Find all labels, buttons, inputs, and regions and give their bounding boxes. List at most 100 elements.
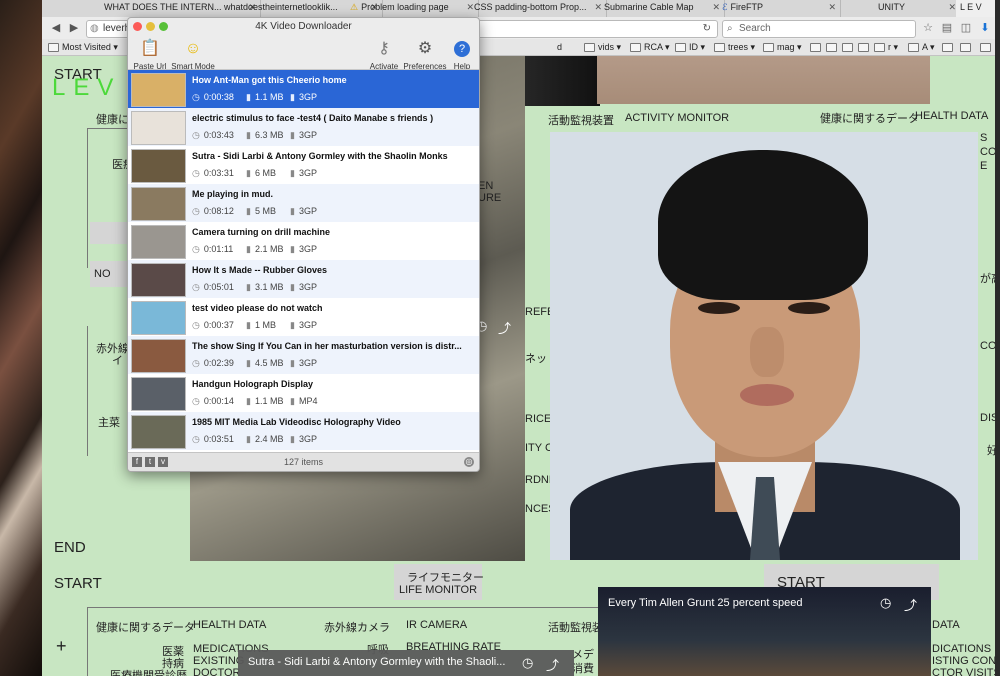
portrait-lips [740, 384, 794, 406]
clock-icon: ◷ [192, 282, 200, 292]
clock-icon: ◷ [192, 244, 200, 254]
bookmark-star-icon[interactable]: ☆ [921, 21, 935, 35]
video-title[interactable]: Every Tim Allen Grunt 25 percent speed [608, 597, 802, 609]
help-button[interactable]: ? Help [450, 38, 474, 71]
tab-label: FireFTP [730, 2, 763, 12]
partial-label: CORD [980, 340, 995, 352]
download-item[interactable]: Handgun Holograph Display ◷ 0:00:14 ▮ 1.1 MB… [128, 374, 479, 412]
bookmark-folder-6[interactable] [960, 39, 974, 55]
format: ▮ 3GP [290, 358, 317, 369]
tab-label: CSS padding-bottom Prop... [474, 2, 587, 12]
download-item[interactable]: How It s Made -- Rubber Gloves ◷ 0:05:01 ▮ 3… [128, 260, 479, 298]
file-icon: ▮ [290, 92, 295, 102]
site-logo[interactable]: LEV [52, 74, 121, 102]
download-item[interactable]: The show Sing If You Can in her masturba… [128, 336, 479, 374]
video-title: electric stimulus to face -test4 ( Daito… [192, 113, 434, 123]
bookmark-folder-3[interactable] [842, 39, 856, 55]
video-thumbnail-top-right[interactable] [597, 56, 930, 104]
portrait-hair [658, 150, 868, 300]
smart-mode-button[interactable]: ☺ Smart Mode [170, 38, 216, 71]
folder-icon [842, 43, 853, 53]
size-value: 6 MB [254, 168, 276, 178]
clock-icon[interactable]: ◷ [522, 655, 533, 671]
forward-icon[interactable]: ▶ [66, 20, 82, 36]
close-icon[interactable]: ✕ [948, 0, 956, 15]
bookmark-rca[interactable]: RCA ▾ [630, 39, 670, 55]
format: ▮ MP4 [290, 396, 317, 407]
portrait-image[interactable] [550, 132, 978, 560]
tab-lev[interactable]: L E V [956, 0, 995, 17]
reading-list-icon[interactable]: ▤ [940, 21, 954, 35]
duration-value: 0:02:39 [203, 358, 234, 368]
download-item[interactable]: Sutra - Sidi Larbi & Antony Gormley with… [128, 146, 479, 184]
format-value: 3GP [298, 244, 317, 254]
bookmark-folder-5[interactable] [942, 39, 956, 55]
flow-line [87, 607, 647, 608]
partial-label: が高 [980, 273, 995, 285]
bookmark-most-visited[interactable]: Most Visited ▾ [48, 39, 118, 55]
bookmark-mag[interactable]: mag ▾ [763, 39, 802, 55]
file-icon: ▮ [290, 282, 295, 292]
download-item[interactable]: Me playing in mud. ◷ 0:08:12 ▮ 5 MB ▮ 3GP [128, 184, 479, 222]
bookmark-vids[interactable]: vids ▾ [584, 39, 621, 55]
video-title[interactable]: Sutra - Sidi Larbi & Antony Gormley with… [248, 656, 505, 668]
tab-unity[interactable]: UNITY ✕ [838, 0, 961, 17]
video-player-bottom[interactable]: Sutra - Sidi Larbi & Antony Gormley with… [238, 650, 574, 676]
globe-icon[interactable]: ◎ [464, 457, 474, 467]
size-value: 2.4 MB [254, 434, 284, 444]
partial-label: 好き [987, 445, 995, 457]
clock-icon[interactable]: ◷ [880, 595, 891, 611]
bookmark-folder-1[interactable] [810, 39, 824, 55]
share-icon[interactable]: ⤴ [498, 318, 511, 337]
clipboard-icon: 📋 [140, 40, 160, 57]
close-icon[interactable]: ✕ [828, 0, 836, 15]
bookmark-trees[interactable]: trees ▾ [714, 39, 755, 55]
bookmark-a[interactable]: A ▾ [908, 39, 935, 55]
download-item[interactable]: electric stimulus to face -test4 ( Daito… [128, 108, 479, 146]
folder-icon [858, 43, 869, 53]
folder-icon [874, 43, 885, 53]
download-item[interactable]: How Ant-Man got this Cheerio home ◷ 0:00:3… [128, 70, 479, 108]
bookmark-label: trees [728, 42, 749, 52]
size-value: 4.5 MB [254, 358, 284, 368]
smiley-icon: ☺ [184, 40, 202, 57]
activate-button[interactable]: ⚷ Activate [368, 38, 400, 71]
tab-label: Submarine Cable Map [604, 2, 694, 12]
share-icon[interactable]: ⤴ [546, 655, 559, 674]
bookmark-id[interactable]: ID ▾ [675, 39, 705, 55]
duration: ◷ 0:01:11 [192, 244, 233, 255]
download-item[interactable]: Camera turning on drill machine ◷ 0:01:11 ▮… [128, 222, 479, 260]
pocket-icon[interactable]: ◫ [959, 21, 973, 35]
search-box[interactable]: ⌕ Search [722, 20, 916, 38]
file-icon: ▮ [246, 282, 251, 292]
video-thumbnail [131, 73, 186, 107]
tab-submarine-cable[interactable]: Submarine Cable Map ✕ [600, 0, 725, 17]
bookmark-r[interactable]: r ▾ [874, 39, 898, 55]
bookmark-folder-2[interactable] [826, 39, 840, 55]
video-player-bottom-right[interactable]: Every Tim Allen Grunt 25 percent speed ◷… [598, 587, 931, 676]
reload-icon[interactable]: ↻ [703, 21, 711, 37]
share-icon[interactable]: ⤴ [904, 595, 917, 614]
duration: ◷ 0:02:39 [192, 358, 234, 369]
tab-label: Problem loading page [361, 2, 449, 12]
file-icon: ▮ [290, 358, 295, 368]
bookmark-folder-4[interactable] [858, 39, 872, 55]
preferences-button[interactable]: ⚙ Preferences [402, 38, 448, 71]
partial-label: RICE [525, 413, 552, 425]
end-label: END [54, 539, 86, 556]
format: ▮ 3GP [290, 434, 317, 445]
back-icon[interactable]: ◀ [48, 20, 64, 36]
paste-url-button[interactable]: 📋 Paste Url [132, 38, 168, 71]
tab-problem-loading[interactable]: ⚠ Problem loading page ✕ [346, 0, 479, 17]
bookmark-folder-7[interactable] [980, 39, 994, 55]
window-title: 4K Video Downloader [255, 21, 352, 32]
tab-css-padding[interactable]: CSS padding-bottom Prop... ✕ [470, 0, 607, 17]
download-icon[interactable]: ⬇ [978, 21, 992, 35]
download-item[interactable]: 1985 MIT Media Lab Videodisc Holography … [128, 412, 479, 450]
tab-fireftp[interactable]: ℰ FireFTP ✕ [718, 0, 841, 17]
bookmark-d[interactable]: d [557, 39, 562, 55]
video-title: Sutra - Sidi Larbi & Antony Gormley with… [192, 151, 448, 161]
search-placeholder: Search [739, 23, 771, 34]
add-icon[interactable]: + [56, 636, 67, 657]
download-item[interactable]: test video please do not watch ◷ 0:00:37 ▮ 1… [128, 298, 479, 336]
